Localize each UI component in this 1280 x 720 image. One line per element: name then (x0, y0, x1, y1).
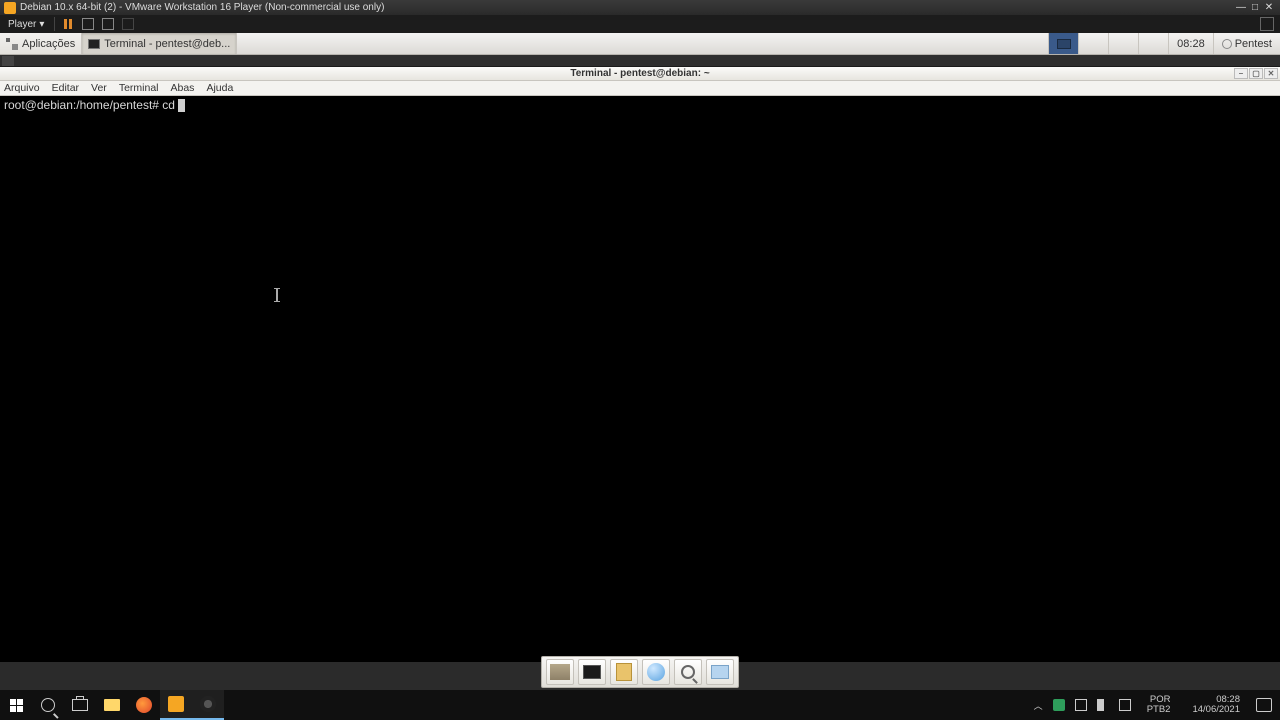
pause-icon (64, 19, 72, 29)
vmware-player-menu[interactable]: Player ▾ (4, 17, 48, 32)
panel-user-button[interactable]: Pentest (1213, 33, 1280, 54)
terminal-window-controls: – ▢ ✕ (1234, 68, 1278, 79)
terminal-line-1: root@debian:/home/pentest# cd (4, 98, 1276, 112)
taskbar-firefox[interactable] (128, 690, 160, 720)
vm-send-cad-button[interactable] (81, 17, 95, 31)
terminal-body[interactable]: root@debian:/home/pentest# cd (0, 96, 1280, 662)
terminal-title-text: Terminal - pentest@debian: ~ (570, 68, 709, 79)
vmware-icon (168, 696, 184, 712)
vm-fullscreen-button[interactable] (101, 17, 115, 31)
windows-taskbar: ︿ POR PTB2 08:28 14/06/2021 (0, 690, 1280, 720)
vm-unity-button[interactable] (121, 17, 135, 31)
applications-icon (6, 38, 18, 50)
security-icon[interactable] (1053, 699, 1065, 711)
taskbar-terminal-label: Terminal - pentest@deb... (104, 38, 230, 50)
terminal-icon (88, 39, 100, 49)
vmware-toolbar: Player ▾ (0, 15, 1280, 33)
vm-devices-icon[interactable] (1260, 17, 1274, 31)
taskbar-terminal-button[interactable]: Terminal - pentest@deb... (82, 33, 237, 54)
menu-ver[interactable]: Ver (91, 82, 107, 94)
taskbar-vmware[interactable] (160, 690, 192, 720)
network-icon[interactable] (1075, 699, 1087, 711)
task-view-button[interactable] (64, 690, 96, 720)
folder-icon (711, 665, 729, 679)
panel-user-label: Pentest (1235, 38, 1272, 50)
chevron-down-icon: ▾ (39, 19, 44, 30)
desktop-icon (550, 664, 570, 680)
menu-terminal[interactable]: Terminal (119, 82, 159, 94)
dock-file-manager[interactable] (610, 659, 638, 685)
dock-home-folder[interactable] (706, 659, 734, 685)
windows-logo-icon (10, 699, 23, 712)
terminal-close-button[interactable]: ✕ (1264, 68, 1278, 79)
globe-icon (647, 663, 665, 681)
toolbar-separator (54, 17, 55, 31)
action-center-button[interactable] (1256, 698, 1272, 712)
taskbar-lang[interactable]: POR PTB2 (1141, 695, 1177, 715)
fullscreen-icon (102, 18, 114, 30)
terminal-frame-icon (2, 56, 14, 66)
search-icon (681, 665, 695, 679)
vmware-minimize-button[interactable]: — (1234, 2, 1248, 13)
battery-icon[interactable] (1119, 699, 1131, 711)
tray-slot-3[interactable] (1138, 33, 1168, 54)
user-icon (1222, 39, 1232, 49)
vmware-app-icon (4, 2, 16, 14)
xfce-tray: 08:28 Pentest (1048, 33, 1280, 54)
volume-icon[interactable] (1097, 699, 1109, 711)
vmware-titlebar: Debian 10.x 64-bit (2) - VMware Workstat… (0, 0, 1280, 15)
tray-slot-2[interactable] (1108, 33, 1138, 54)
menu-abas[interactable]: Abas (171, 82, 195, 94)
applications-menu-button[interactable]: Aplicações (0, 33, 82, 54)
keyboard-icon (82, 18, 94, 30)
terminal-icon (583, 665, 601, 679)
tray-workspace-button[interactable] (1048, 33, 1078, 54)
command-text: cd (162, 98, 175, 112)
terminal-maximize-button[interactable]: ▢ (1249, 68, 1263, 79)
applications-label: Aplicações (22, 38, 75, 50)
workspace-icon (1057, 39, 1071, 49)
unity-icon (122, 18, 134, 30)
menu-ajuda[interactable]: Ajuda (206, 82, 233, 94)
prompt-text: root@debian:/home/pentest# (4, 98, 159, 112)
terminal-minimize-button[interactable]: – (1234, 68, 1248, 79)
menu-arquivo[interactable]: Arquivo (4, 82, 40, 94)
tray-overflow-button[interactable]: ︿ (1034, 699, 1043, 712)
panel-clock[interactable]: 08:28 (1168, 33, 1213, 54)
taskbar-clock[interactable]: 08:28 14/06/2021 (1186, 695, 1246, 715)
obs-icon (200, 696, 216, 712)
folder-icon (104, 699, 120, 711)
dock-web-browser[interactable] (642, 659, 670, 685)
system-tray: ︿ POR PTB2 08:28 14/06/2021 (1030, 690, 1280, 720)
xfce-dock (541, 656, 739, 688)
search-icon (41, 698, 55, 712)
firefox-icon (136, 697, 152, 713)
clock-date: 14/06/2021 (1192, 705, 1240, 715)
terminal-cursor (178, 99, 185, 112)
file-manager-icon (616, 663, 632, 681)
dock-terminal[interactable] (578, 659, 606, 685)
vm-pause-button[interactable] (61, 17, 75, 31)
vmware-close-button[interactable]: ✕ (1262, 2, 1276, 13)
vmware-title-text: Debian 10.x 64-bit (2) - VMware Workstat… (20, 2, 1234, 13)
terminal-titlebar[interactable]: Terminal - pentest@debian: ~ – ▢ ✕ (0, 67, 1280, 81)
lang-line-2: PTB2 (1147, 705, 1171, 715)
task-view-icon (72, 699, 88, 711)
terminal-menubar: Arquivo Editar Ver Terminal Abas Ajuda (0, 81, 1280, 96)
menu-editar[interactable]: Editar (52, 82, 79, 94)
dock-show-desktop[interactable] (546, 659, 574, 685)
text-cursor-ibeam (276, 288, 278, 302)
vmware-maximize-button[interactable]: □ (1248, 2, 1262, 13)
taskbar-obs[interactable] (192, 690, 224, 720)
terminal-frame-strip (0, 55, 1280, 67)
tray-slot-1[interactable] (1078, 33, 1108, 54)
taskbar-search-button[interactable] (32, 690, 64, 720)
player-menu-label: Player (8, 19, 36, 30)
xfce-top-panel: Aplicações Terminal - pentest@deb... 08:… (0, 33, 1280, 55)
taskbar-explorer[interactable] (96, 690, 128, 720)
start-button[interactable] (0, 690, 32, 720)
dock-app-finder[interactable] (674, 659, 702, 685)
